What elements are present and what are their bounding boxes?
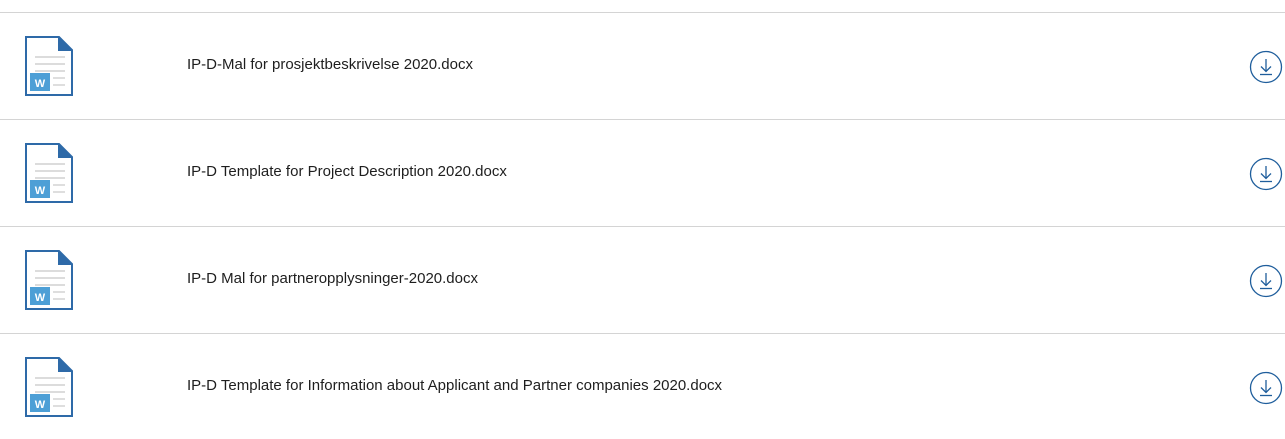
list-item: W IP-D Template for Project Description … [0,119,1285,225]
svg-text:W: W [35,292,46,304]
word-document-icon: W [25,250,73,310]
file-list: W IP-D-Mal for prosjektbeskrivelse 2020.… [0,0,1285,432]
download-button[interactable] [1249,264,1283,298]
svg-text:W: W [35,185,46,197]
download-button[interactable] [1249,50,1283,84]
word-document-icon: W [25,36,73,96]
list-item: W IP-D-Mal for prosjektbeskrivelse 2020.… [0,12,1285,118]
download-icon [1249,371,1283,405]
word-document-icon: W [25,357,73,417]
download-button[interactable] [1249,371,1283,405]
download-icon [1249,264,1283,298]
download-icon [1249,50,1283,84]
file-name-link[interactable]: IP-D Template for Information about Appl… [187,376,722,396]
list-item: W IP-D Mal for partneropplysninger-2020.… [0,226,1285,332]
file-name-link[interactable]: IP-D-Mal for prosjektbeskrivelse 2020.do… [187,55,473,75]
download-button[interactable] [1249,157,1283,191]
file-name-link[interactable]: IP-D Template for Project Description 20… [187,162,507,182]
file-name-link[interactable]: IP-D Mal for partneropplysninger-2020.do… [187,269,478,289]
word-document-icon: W [25,143,73,203]
svg-text:W: W [35,399,46,411]
list-item: W IP-D Template for Information about Ap… [0,333,1285,439]
svg-text:W: W [35,78,46,90]
download-icon [1249,157,1283,191]
